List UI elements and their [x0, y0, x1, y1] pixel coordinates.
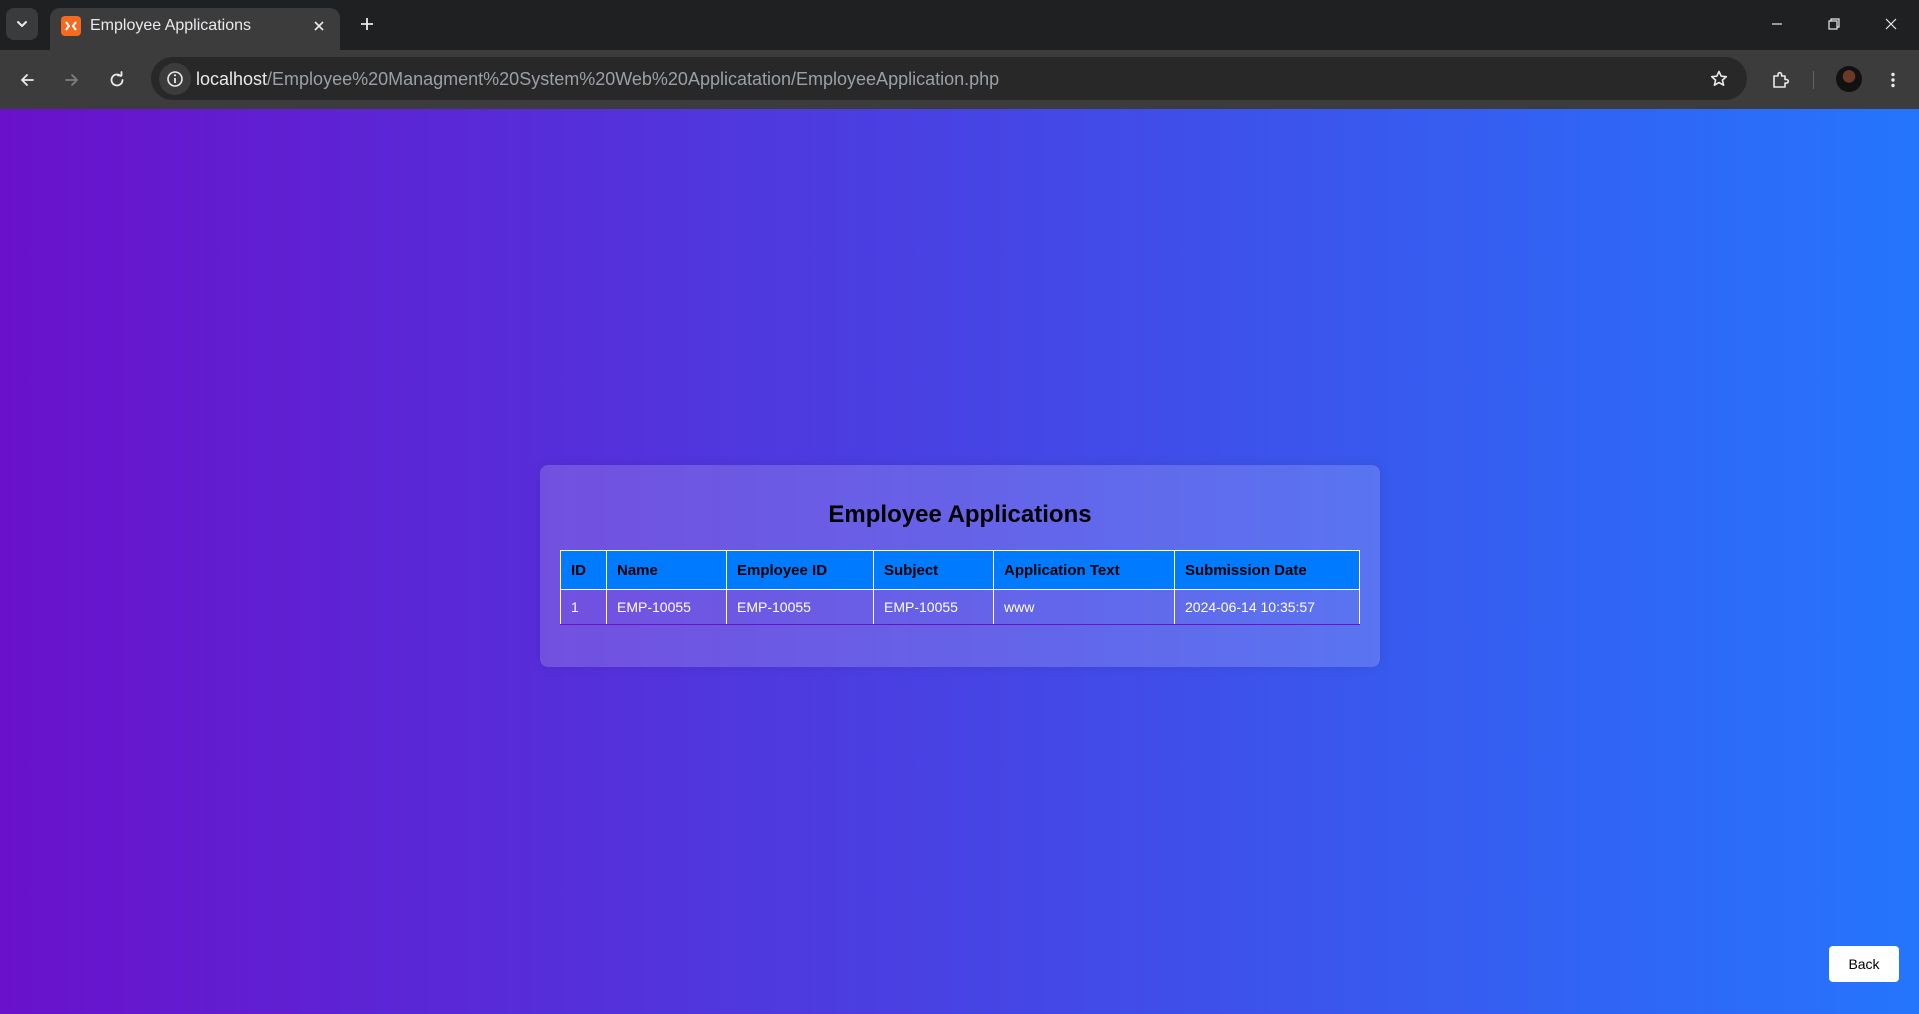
cell-subject: EMP-10055: [873, 589, 994, 625]
page-title: Employee Applications: [828, 501, 1092, 528]
xampp-favicon-icon: [61, 16, 81, 36]
minimize-icon: [1772, 23, 1782, 25]
header-application-text: Application Text: [993, 550, 1175, 590]
restore-button[interactable]: [1812, 6, 1856, 42]
reload-button[interactable]: [100, 63, 134, 97]
table-header-row: ID Name Employee ID Subject Application …: [560, 550, 1360, 590]
puzzle-icon: [1773, 71, 1790, 88]
page-viewport: Employee Applications ID Name Employee I…: [0, 109, 1919, 1014]
more-vertical-icon: [1891, 72, 1895, 88]
forward-nav-button[interactable]: [55, 63, 89, 97]
header-submission-date: Submission Date: [1174, 550, 1360, 590]
browser-tab[interactable]: Employee Applications: [50, 8, 340, 50]
address-bar[interactable]: localhost/Employee%20Managment%20System%…: [151, 57, 1747, 100]
extensions-button[interactable]: [1764, 63, 1798, 97]
cell-employee-id: EMP-10055: [726, 589, 874, 625]
header-employee-id: Employee ID: [726, 550, 874, 590]
arrow-left-icon: [21, 74, 34, 86]
cell-submission-date: 2024-06-14 10:35:57: [1174, 589, 1360, 625]
reload-icon: [110, 71, 124, 87]
header-name: Name: [606, 550, 727, 590]
chevron-down-icon: [17, 21, 27, 27]
url-text: localhost/Employee%20Managment%20System%…: [196, 68, 999, 90]
close-icon: [1885, 18, 1897, 30]
minimize-button[interactable]: [1755, 6, 1799, 42]
plus-icon: [361, 18, 373, 30]
arrow-right-icon: [65, 74, 78, 86]
new-tab-button[interactable]: [352, 9, 382, 39]
tab-strip: Employee Applications: [0, 0, 1919, 50]
url-host: localhost: [196, 69, 268, 89]
profile-avatar[interactable]: [1836, 66, 1862, 92]
cell-application-text: www: [993, 589, 1175, 625]
table-row: 1 EMP-10055 EMP-10055 EMP-10055 www 2024…: [560, 589, 1360, 625]
url-path: /Employee%20Managment%20System%20Web%20A…: [267, 69, 1000, 89]
back-button[interactable]: Back: [1829, 946, 1899, 982]
tab-title: Employee Applications: [90, 17, 251, 34]
bookmark-star-icon[interactable]: [1703, 63, 1735, 95]
tab-close-icon[interactable]: [308, 15, 330, 37]
browser-toolbar: localhost/Employee%20Managment%20System%…: [0, 50, 1919, 109]
tab-search-button[interactable]: [6, 8, 38, 40]
restore-icon: [1828, 18, 1840, 30]
toolbar-divider: [1813, 71, 1814, 89]
applications-table: ID Name Employee ID Subject Application …: [560, 550, 1360, 625]
back-nav-button[interactable]: [10, 63, 44, 97]
header-subject: Subject: [873, 550, 994, 590]
close-window-button[interactable]: [1869, 6, 1913, 42]
applications-card: Employee Applications ID Name Employee I…: [540, 465, 1380, 667]
site-info-icon[interactable]: [159, 63, 191, 95]
header-id: ID: [560, 550, 607, 590]
cell-id: 1: [560, 589, 607, 625]
cell-name: EMP-10055: [606, 589, 727, 625]
browser-menu-button[interactable]: [1876, 63, 1910, 97]
